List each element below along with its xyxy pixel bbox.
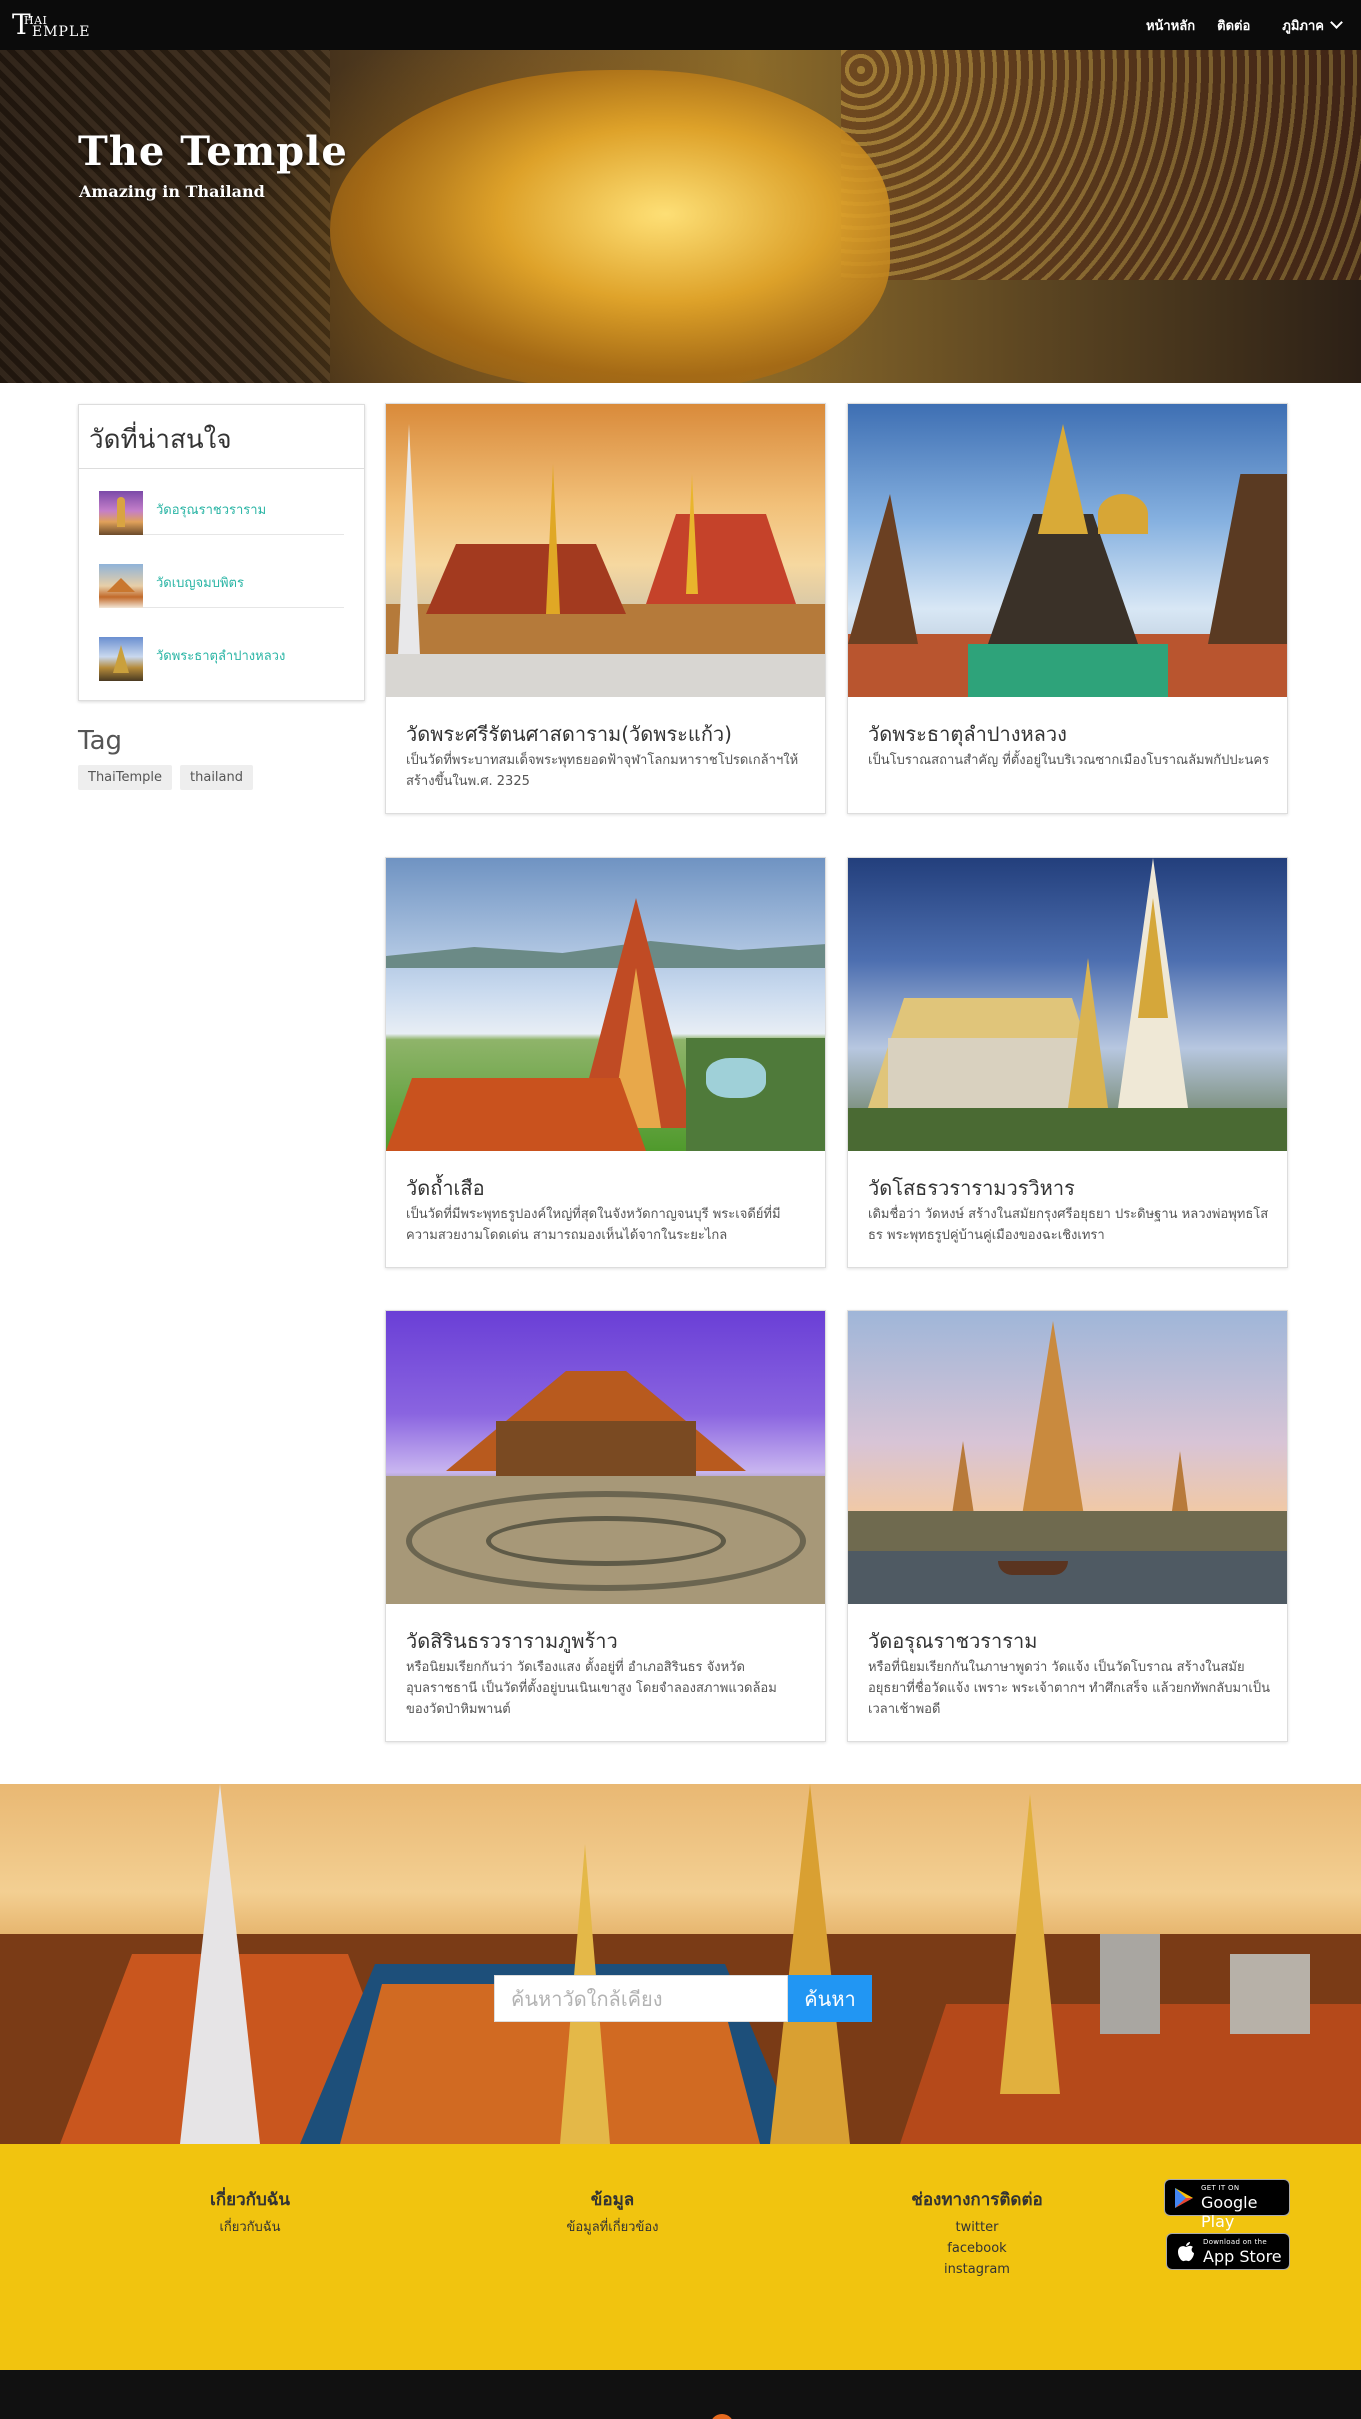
- navbar: T HAI EMPLE หน้าหลัก ติดต่อ ภูมิภาค: [0, 0, 1361, 50]
- featured-temples-title: วัดที่น่าสนใจ: [89, 425, 232, 455]
- temple-card[interactable]: วัดโสธรวรารามวรวิหาร เดิมชื่อว่า วัดหงษ์…: [847, 857, 1288, 1268]
- temple-card-image: [848, 404, 1287, 697]
- temple-card-title: วัดพระธาตุลำปางหลวง: [868, 722, 1067, 746]
- tag-heading: Tag: [78, 726, 123, 756]
- temple-card-description: เป็นโบราณสถานสำคัญ ที่ตั้งอยู่ในบริเวณซา…: [868, 753, 1270, 768]
- footer-facebook-link[interactable]: facebook: [880, 2238, 1074, 2259]
- search-input[interactable]: [494, 1975, 788, 2022]
- search-banner-image: [0, 1784, 1361, 2144]
- temple-card-description: เป็นวัดที่พระบาทสมเด็จพระพุทธยอดฟ้าจุฬาโ…: [406, 753, 799, 789]
- nav-region-label: ภูมิภาค: [1282, 18, 1324, 34]
- bottom-bar: [0, 2370, 1361, 2419]
- footer: เกี่ยวกับฉัน เกี่ยวกับฉัน ข้อมูล ข้อมูลท…: [0, 2144, 1361, 2370]
- temple-card-description: หรือที่นิยมเรียกกันในภาษาพูดว่า วัดแจ้ง …: [868, 1660, 1270, 1717]
- temple-card-title: วัดอรุณราชวราราม: [868, 1629, 1038, 1653]
- featured-temple-item[interactable]: วัดพระธาตุลำปางหลวง: [99, 629, 344, 681]
- divider: [79, 468, 364, 469]
- temple-card-description: เดิมชื่อว่า วัดหงษ์ สร้างในสมัยกรุงศรีอย…: [868, 1207, 1269, 1243]
- temple-card-title: วัดโสธรวรารามวรวิหาร: [868, 1176, 1075, 1200]
- temple-card-image: [848, 858, 1287, 1151]
- logo-text-bottom: EMPLE: [32, 24, 91, 40]
- nav-menu: หน้าหลัก ติดต่อ ภูมิภาค: [1146, 0, 1343, 50]
- temple-card-title: วัดถ้ำเสือ: [406, 1176, 485, 1200]
- hero-subtitle: Amazing in Thailand: [79, 182, 265, 201]
- featured-temple-label: วัดเบญจมบพิตร: [156, 576, 244, 591]
- hero-banner: [0, 50, 1361, 383]
- temple-card[interactable]: วัดสิรินธรวรารามภูพร้าว หรือนิยมเรียกกัน…: [385, 1310, 826, 1742]
- google-play-icon: [1175, 2188, 1193, 2212]
- temple-card-image: [848, 1311, 1287, 1604]
- nav-contact-link[interactable]: ติดต่อ: [1217, 15, 1250, 36]
- footer-about-link[interactable]: เกี่ยวกับฉัน: [170, 2217, 330, 2238]
- tag-chip[interactable]: thailand: [180, 765, 253, 790]
- footer-instagram-link[interactable]: instagram: [880, 2259, 1074, 2280]
- temple-card-description: หรือนิยมเรียกกันว่า วัดเรืองแสง ตั้งอยู่…: [406, 1660, 777, 1717]
- hero-title: The Temple: [78, 128, 348, 175]
- featured-temple-item[interactable]: วัดอรุณราชวราราม: [99, 483, 344, 535]
- tag-list: ThaiTemple thailand: [78, 765, 253, 790]
- google-play-text: Google Play: [1201, 2193, 1258, 2231]
- apple-icon: [1177, 2242, 1195, 2266]
- app-store-text: App Store: [1203, 2247, 1282, 2266]
- temple-thumbnail: [99, 564, 143, 608]
- footer-about-column: เกี่ยวกับฉัน เกี่ยวกับฉัน: [170, 2186, 330, 2238]
- tag-chip[interactable]: ThaiTemple: [78, 765, 173, 790]
- featured-temple-label: วัดอรุณราชวราราม: [156, 503, 267, 518]
- featured-temple-label: วัดพระธาตุลำปางหลวง: [156, 649, 286, 664]
- app-store-badge[interactable]: Download on the App Store: [1166, 2233, 1290, 2270]
- footer-twitter-link[interactable]: twitter: [880, 2217, 1074, 2238]
- temple-card-title: วัดสิรินธรวรารามภูพร้าว: [406, 1629, 618, 1653]
- footer-info-link[interactable]: ข้อมูลที่เกี่ยวข้อง: [530, 2217, 695, 2238]
- temple-thumbnail: [99, 491, 143, 535]
- featured-temple-item[interactable]: วัดเบญจมบพิตร: [99, 556, 344, 608]
- hero-pattern-right: [841, 50, 1361, 280]
- footer-contact-column: ช่องทางการติดต่อ twitter facebook instag…: [880, 2186, 1074, 2280]
- temple-card-title: วัดพระศรีรัตนศาสดาราม(วัดพระแก้ว): [406, 722, 732, 746]
- temple-card[interactable]: วัดพระศรีรัตนศาสดาราม(วัดพระแก้ว) เป็นวั…: [385, 403, 826, 814]
- footer-info-column: ข้อมูล ข้อมูลที่เกี่ยวข้อง: [530, 2186, 695, 2238]
- reclining-buddha-image: [330, 70, 890, 383]
- featured-temples-panel: วัดที่น่าสนใจ วัดอรุณราชวราราม วัดเบญจมบ…: [78, 404, 365, 701]
- chevron-down-icon: [1330, 16, 1343, 29]
- temple-card[interactable]: วัดพระธาตุลำปางหลวง เป็นโบราณสถานสำคัญ ท…: [847, 403, 1288, 814]
- hero-pattern-left: [0, 50, 330, 383]
- temple-card-image: [386, 1311, 825, 1604]
- search-bar: ค้นหา: [494, 1975, 872, 2022]
- temple-card[interactable]: วัดถ้ำเสือ เป็นวัดที่มีพระพุทธรูปองค์ใหญ…: [385, 857, 826, 1268]
- temple-card-image: [386, 858, 825, 1151]
- temple-thumbnail: [99, 637, 143, 681]
- footer-about-heading: เกี่ยวกับฉัน: [210, 2190, 290, 2210]
- search-button[interactable]: ค้นหา: [788, 1975, 872, 2022]
- temple-card-description: เป็นวัดที่มีพระพุทธรูปองค์ใหญ่ที่สุดในจั…: [406, 1207, 781, 1243]
- app-store-small-text: Download on the: [1203, 2238, 1267, 2246]
- footer-contact-heading: ช่องทางการติดต่อ: [911, 2190, 1043, 2210]
- temple-card-image: [386, 404, 825, 697]
- google-play-small-text: GET IT ON: [1201, 2184, 1240, 2192]
- temple-card[interactable]: วัดอรุณราชวราราม หรือที่นิยมเรียกกันในภา…: [847, 1310, 1288, 1742]
- nav-region-dropdown[interactable]: ภูมิภาค: [1282, 15, 1343, 36]
- nav-home-link[interactable]: หน้าหลัก: [1146, 15, 1195, 36]
- footer-info-heading: ข้อมูล: [590, 2190, 635, 2210]
- google-play-badge[interactable]: GET IT ON Google Play: [1164, 2179, 1290, 2231]
